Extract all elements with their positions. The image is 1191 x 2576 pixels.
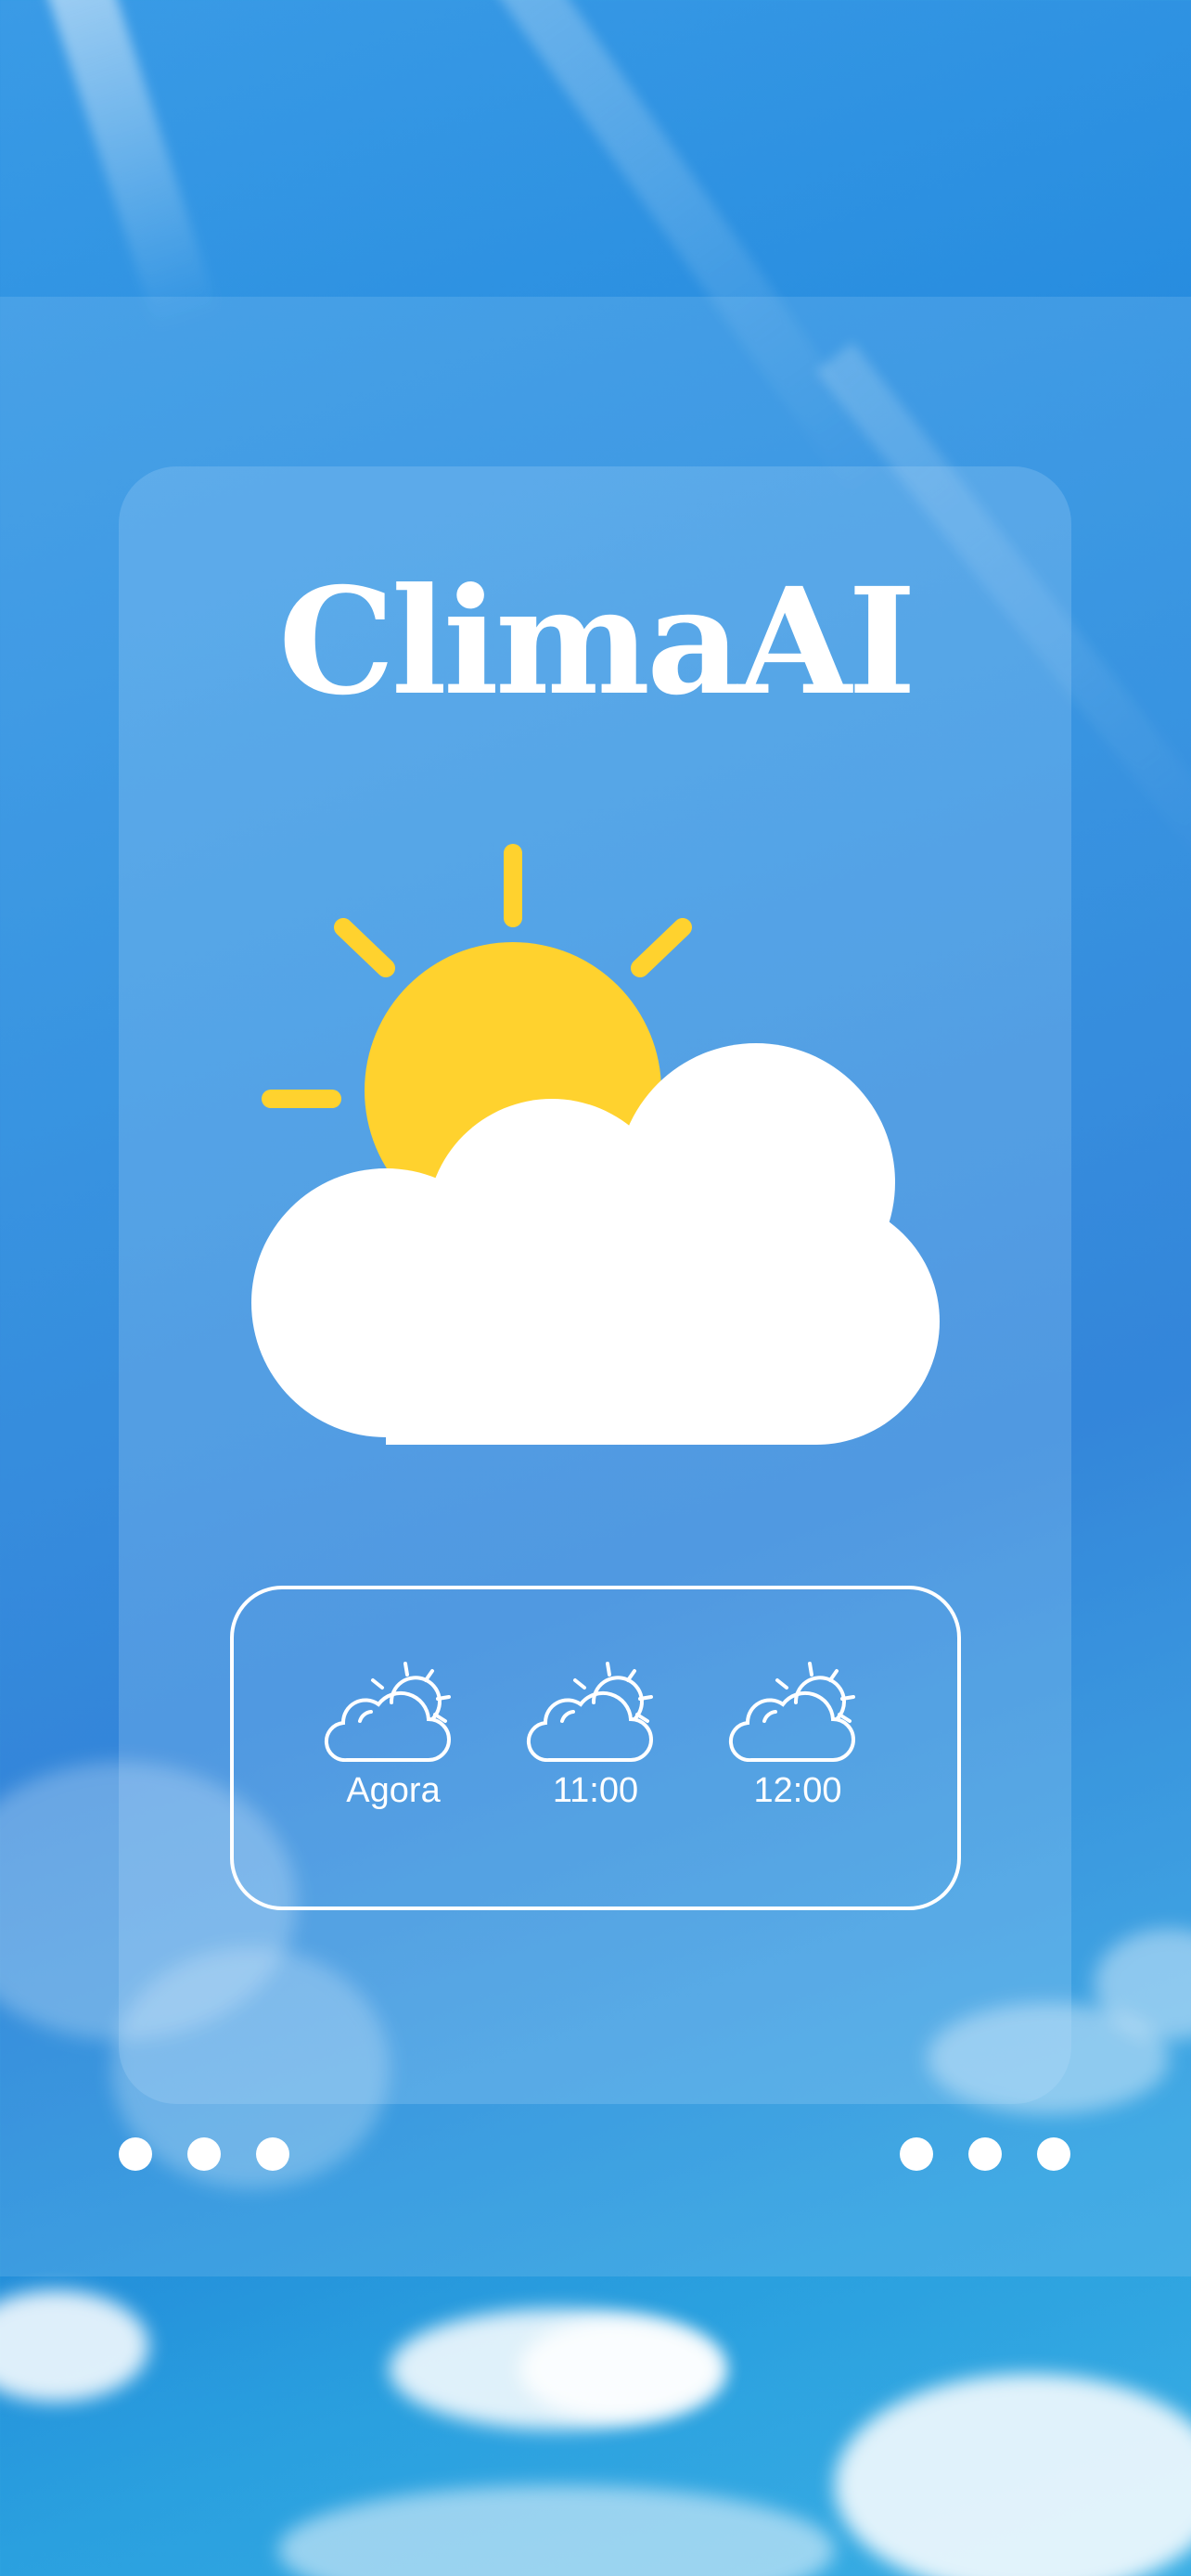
page-dot[interactable] bbox=[256, 2137, 289, 2171]
partly-cloudy-icon bbox=[526, 1662, 653, 1762]
page-dot[interactable] bbox=[968, 2137, 1002, 2171]
background-cloud bbox=[835, 2374, 1191, 2576]
partly-cloudy-icon bbox=[251, 844, 940, 1445]
page-dot[interactable] bbox=[1037, 2137, 1070, 2171]
background-cloud bbox=[519, 2318, 724, 2420]
forecast-time-label: 11:00 bbox=[552, 1771, 639, 1810]
pagination-dots-right bbox=[900, 2137, 1070, 2171]
forecast-time-label: 12:00 bbox=[753, 1771, 842, 1810]
partly-cloudy-icon bbox=[728, 1662, 855, 1762]
forecast-item-11[interactable]: 11:00 bbox=[493, 1660, 698, 1811]
partly-cloudy-icon bbox=[324, 1662, 451, 1762]
page-dot[interactable] bbox=[900, 2137, 933, 2171]
background-cloud bbox=[278, 2485, 835, 2576]
forecast-time-label: Agora bbox=[346, 1771, 441, 1810]
app-title: ClimaAI bbox=[278, 556, 916, 728]
forecast-item-12[interactable]: 12:00 bbox=[696, 1660, 900, 1811]
page-dot[interactable] bbox=[119, 2137, 152, 2171]
pagination-dots-left bbox=[119, 2137, 289, 2171]
page-dot[interactable] bbox=[187, 2137, 221, 2171]
forecast-item-now[interactable]: Agora bbox=[291, 1660, 495, 1811]
sun-ray-decoration bbox=[37, 0, 220, 334]
background-cloud bbox=[0, 2290, 148, 2402]
